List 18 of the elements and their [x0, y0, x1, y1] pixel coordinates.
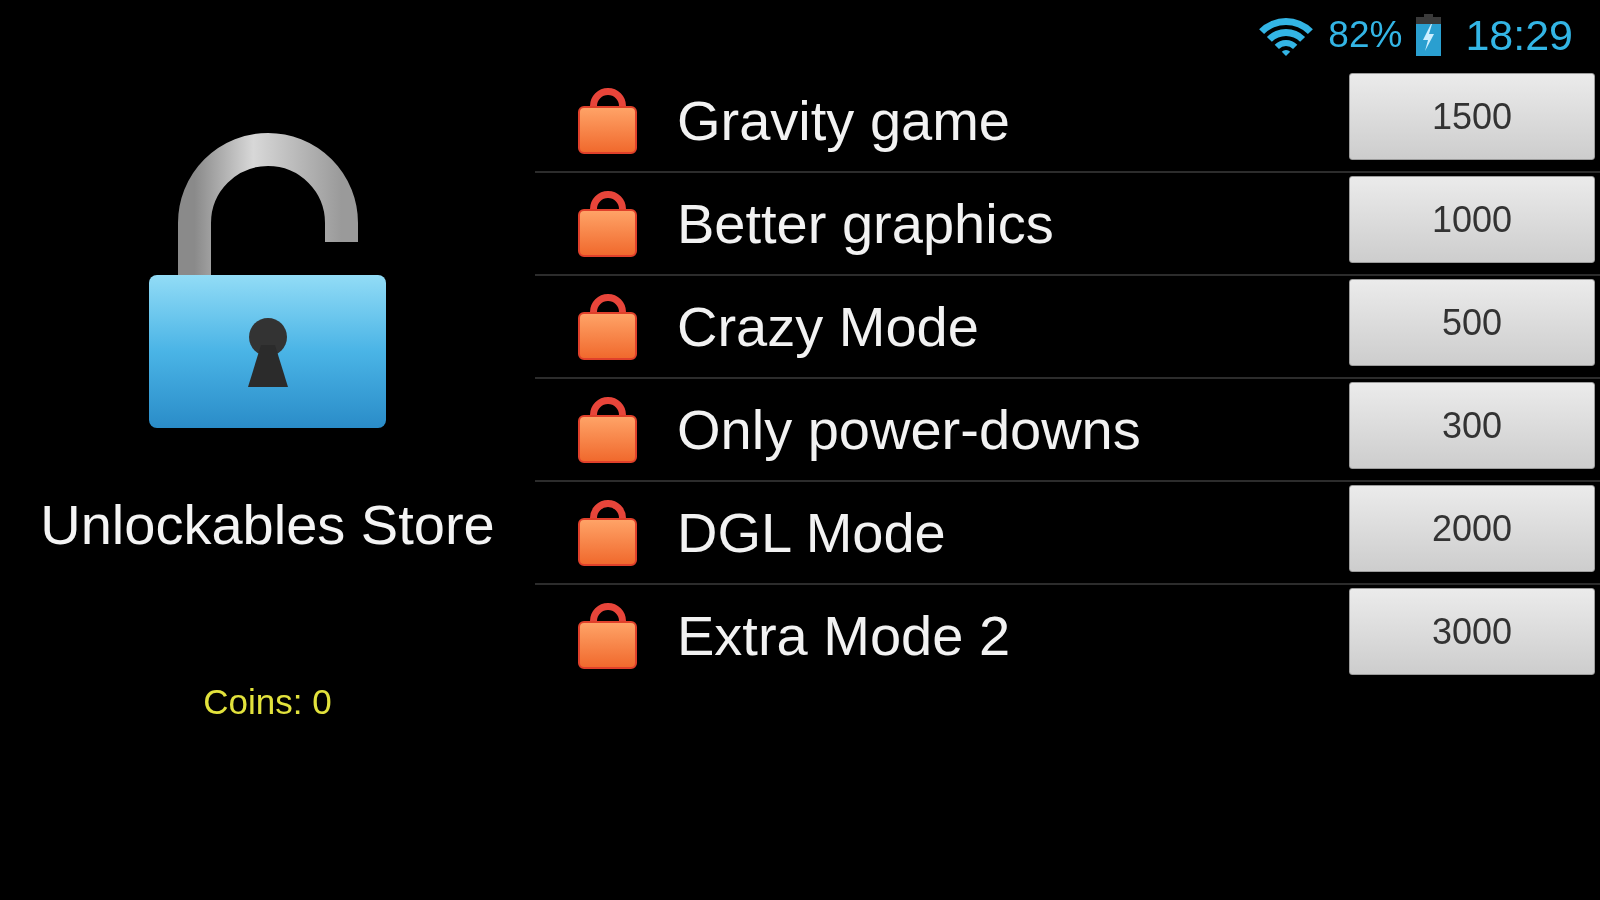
- price-button[interactable]: 2000: [1349, 485, 1595, 572]
- price-button[interactable]: 300: [1349, 382, 1595, 469]
- store-title: Unlockables Store: [40, 493, 495, 557]
- price-button[interactable]: 3000: [1349, 588, 1595, 675]
- item-name: DGL Mode: [677, 500, 947, 565]
- item-name: Gravity game: [677, 88, 1011, 153]
- wifi-icon: [1259, 17, 1314, 56]
- item-name: Extra Mode 2: [677, 603, 1012, 668]
- battery-percent: 82%: [1328, 13, 1403, 57]
- item-name: Only power-downs: [677, 397, 1142, 462]
- price-button[interactable]: 1000: [1349, 176, 1595, 263]
- coin-count: Coins: 0: [203, 682, 332, 722]
- clock-time: 18:29: [1465, 10, 1573, 60]
- item-name: Crazy Mode: [677, 294, 980, 359]
- price-button[interactable]: 500: [1349, 279, 1595, 366]
- price-button[interactable]: 1500: [1349, 73, 1595, 160]
- open-padlock-icon: [149, 133, 386, 428]
- item-name: Better graphics: [677, 191, 1055, 256]
